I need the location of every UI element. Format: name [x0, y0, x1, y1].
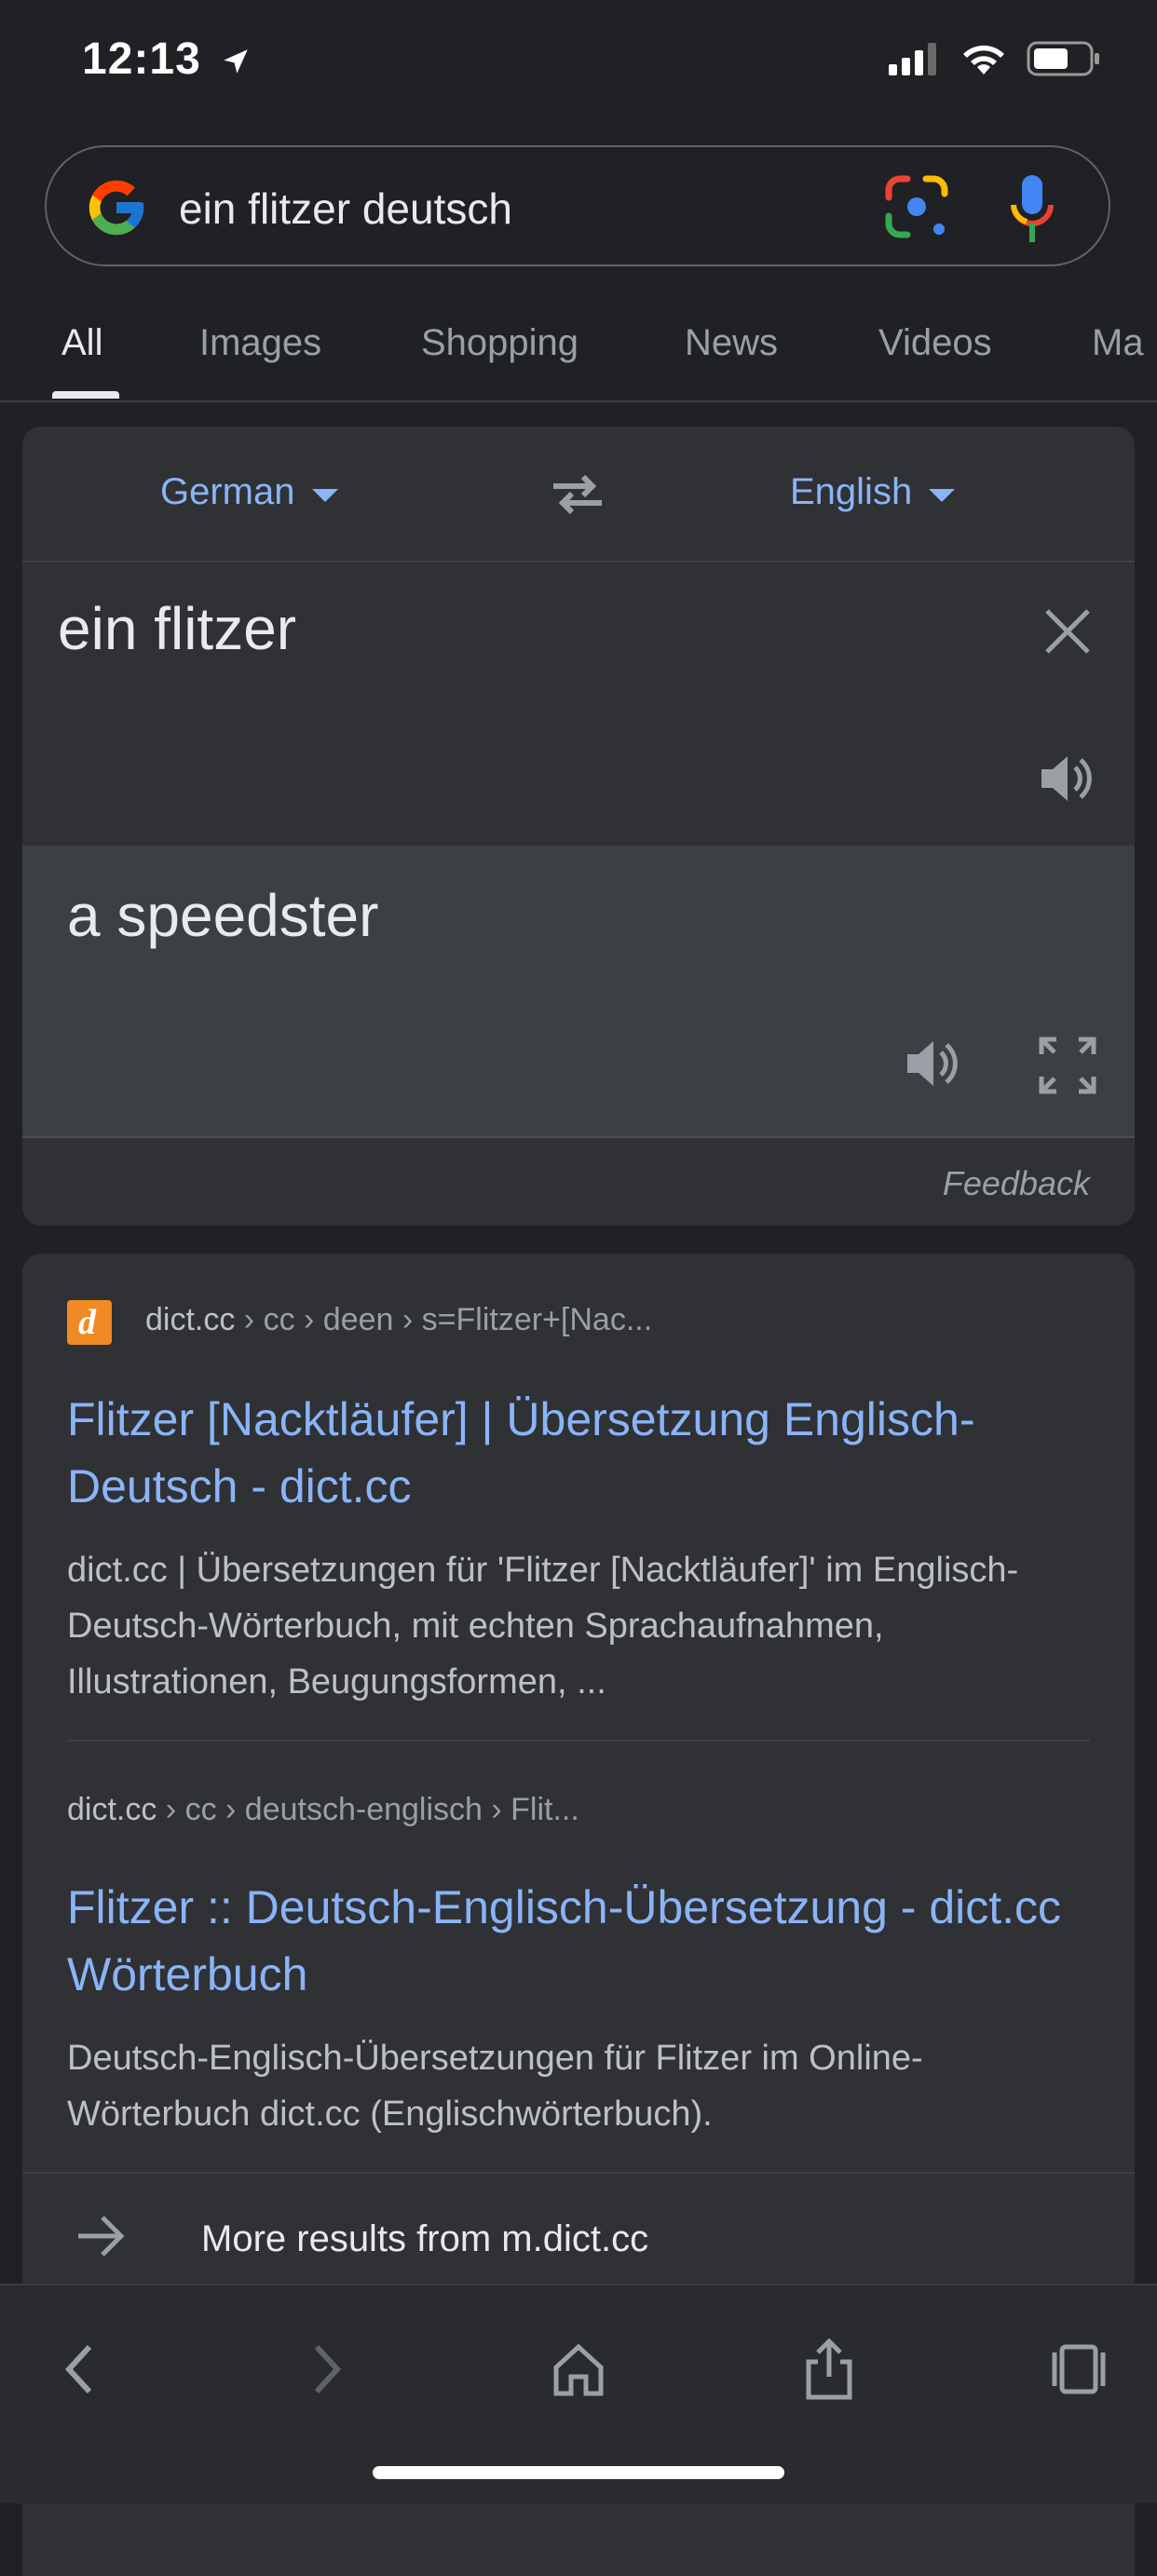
fullscreen-icon[interactable]	[1038, 1036, 1097, 1095]
result-divider	[67, 1740, 1090, 1742]
battery-icon	[1027, 41, 1099, 76]
speaker-icon[interactable]	[902, 1034, 961, 1093]
more-results-link[interactable]: More results from m.dict.cc	[201, 2218, 648, 2260]
tab-shopping[interactable]: Shopping	[421, 322, 578, 364]
result-breadcrumb[interactable]: dict.cc › cc › deen › s=Flitzer+[Nac...	[145, 1302, 652, 1338]
browser-toolbar	[0, 2284, 1157, 2503]
home-button[interactable]	[541, 2332, 616, 2407]
result-title-link[interactable]: Flitzer [Nacktläufer] | Übersetzung Engl…	[67, 1386, 1101, 1520]
wifi-icon	[963, 45, 1004, 75]
translation-output-text: a speedster	[67, 882, 379, 949]
translate-card: German English ein flitzer a speedster F…	[22, 427, 1135, 1226]
close-icon[interactable]	[1043, 607, 1092, 656]
search-tabs: All Images Shopping News Videos Ma	[0, 307, 1157, 400]
source-language-selector[interactable]: German	[160, 471, 338, 513]
home-indicator[interactable]	[373, 2466, 784, 2479]
swap-languages-icon[interactable]	[550, 471, 606, 518]
google-lens-icon[interactable]	[883, 173, 950, 240]
tab-videos[interactable]: Videos	[878, 322, 992, 364]
translate-divider	[22, 561, 1135, 563]
home-icon	[553, 2343, 604, 2396]
more-results-divider	[22, 2172, 1135, 2174]
arrow-right-icon	[78, 2216, 125, 2257]
result-snippet: dict.cc | Übersetzungen für 'Flitzer [Na…	[67, 1551, 1019, 1702]
chevron-down-icon	[311, 488, 338, 502]
speaker-icon[interactable]	[1036, 749, 1096, 808]
active-tab-indicator	[52, 391, 119, 399]
status-icons	[889, 41, 1101, 76]
search-input[interactable]: ein flitzer deutsch	[179, 183, 512, 234]
result-title-link[interactable]: Flitzer :: Deutsch-Englisch-Übersetzung …	[67, 1874, 1101, 2008]
chevron-right-icon	[314, 2344, 342, 2394]
share-icon	[806, 2338, 852, 2400]
tabs-divider	[0, 400, 1157, 402]
feedback-divider	[22, 1136, 1135, 1138]
google-logo-icon	[88, 180, 144, 236]
feedback-link[interactable]: Feedback	[943, 1164, 1090, 1203]
result-snippet: Deutsch-Englisch-Übersetzungen für Flitz…	[67, 2039, 923, 2134]
target-language-label: English	[790, 471, 913, 512]
tab-all[interactable]: All	[61, 322, 102, 364]
tab-news[interactable]: News	[685, 322, 778, 364]
share-button[interactable]	[792, 2332, 866, 2407]
dictcc-favicon: d	[67, 1300, 112, 1345]
tabs-icon	[1052, 2344, 1106, 2394]
status-time: 12:13	[82, 34, 252, 85]
chevron-left-icon	[64, 2344, 92, 2394]
source-language-label: German	[160, 471, 295, 512]
tabs-button[interactable]	[1041, 2332, 1116, 2407]
target-language-selector[interactable]: English	[790, 471, 956, 513]
tab-maps[interactable]: Ma	[1092, 322, 1144, 364]
back-button[interactable]	[41, 2332, 116, 2407]
forward-button[interactable]	[291, 2332, 365, 2407]
source-text-input[interactable]: ein flitzer	[58, 594, 296, 663]
cellular-signal-icon	[889, 43, 936, 75]
tab-images[interactable]: Images	[199, 322, 321, 364]
result-breadcrumb[interactable]: dict.cc › cc › deutsch-englisch › Flit..…	[67, 1792, 579, 1828]
microphone-icon[interactable]	[1008, 173, 1056, 244]
location-arrow-icon	[224, 49, 248, 75]
chevron-down-icon	[929, 488, 956, 502]
